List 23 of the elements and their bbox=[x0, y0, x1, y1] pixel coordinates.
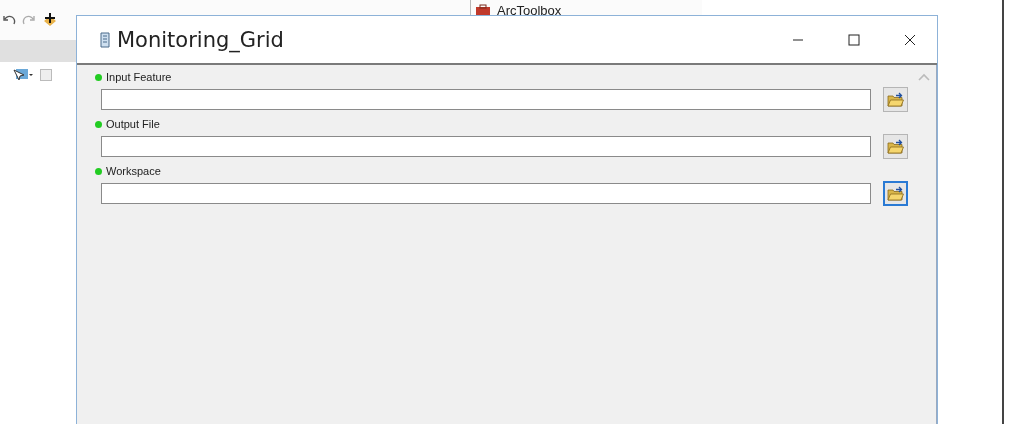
toolbox-icon bbox=[475, 3, 491, 17]
select-icon[interactable] bbox=[12, 68, 34, 82]
input-field[interactable] bbox=[101, 183, 871, 204]
folder-icon bbox=[887, 186, 904, 201]
add-data-icon[interactable] bbox=[42, 12, 58, 28]
redo-icon[interactable] bbox=[22, 14, 36, 26]
parameter-label: Output File bbox=[106, 118, 160, 130]
close-icon bbox=[904, 33, 916, 46]
window-title: Monitoring_Grid bbox=[117, 27, 285, 52]
browse-button[interactable] bbox=[883, 87, 908, 112]
folder-icon bbox=[887, 139, 904, 154]
parameter-label: Input Feature bbox=[106, 71, 172, 83]
script-icon bbox=[99, 31, 111, 48]
input-field[interactable] bbox=[101, 89, 871, 110]
maximize-icon bbox=[848, 33, 860, 46]
folder-icon bbox=[887, 92, 904, 107]
browse-button[interactable] bbox=[883, 181, 908, 206]
parameter-label: Workspace bbox=[106, 165, 161, 177]
toolbox-title: ArcToolbox bbox=[497, 2, 562, 18]
undo-icon[interactable] bbox=[2, 14, 16, 26]
input-field[interactable] bbox=[101, 136, 871, 157]
browse-button[interactable] bbox=[883, 134, 908, 159]
scroll-up-icon[interactable] bbox=[918, 73, 930, 81]
